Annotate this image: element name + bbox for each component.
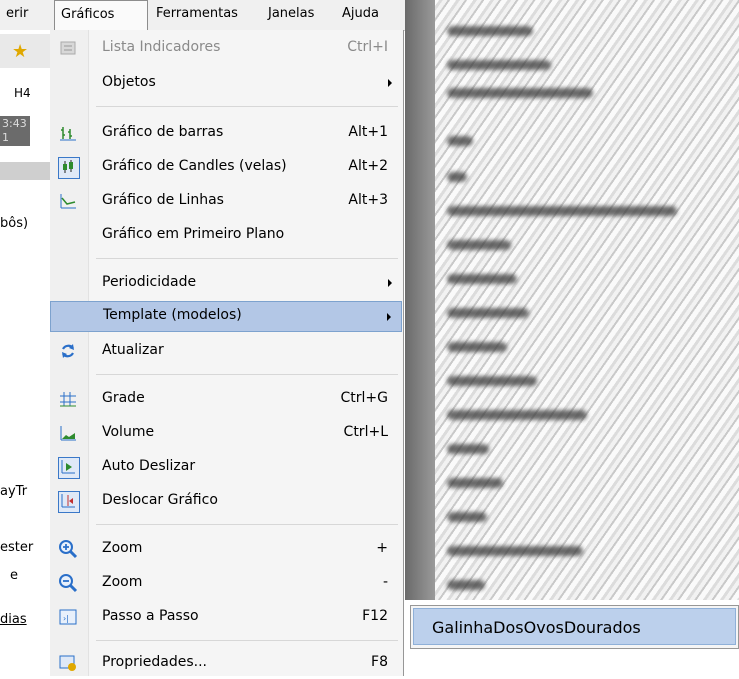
candle-chart-icon — [58, 157, 80, 179]
menu-item-volume[interactable]: Volume Ctrl+L — [50, 418, 402, 449]
underlying-window-left: ★ H4 3:43 1 bôs) ayTr ester e dias — [0, 30, 51, 676]
panel-text: ester — [0, 540, 34, 555]
volume-icon — [58, 423, 78, 443]
menu-item-zoom-in[interactable]: Zoom + — [50, 534, 402, 565]
properties-icon — [58, 653, 78, 673]
time-box: 3:43 1 — [0, 116, 30, 146]
svg-text:›|: ›| — [63, 614, 69, 623]
template-item-galinha[interactable]: GalinhaDosOvosDourados — [413, 608, 736, 645]
bar-chart-icon — [58, 123, 78, 143]
menu-item-grafico-linhas[interactable]: Gráfico de Linhas Alt+3 — [50, 186, 402, 217]
menu-item-propriedades[interactable]: Propriedades... F8 — [50, 648, 402, 679]
menu-item-lista-indicadores[interactable]: Lista Indicadores Ctrl+I — [50, 33, 402, 64]
menu-separator — [96, 640, 398, 641]
panel-text: e — [10, 568, 18, 583]
grid-icon — [58, 389, 78, 409]
menu-ajuda[interactable]: Ajuda — [342, 6, 379, 21]
submenu-arrow-icon — [387, 313, 391, 321]
auto-scroll-icon — [58, 457, 80, 479]
menu-item-template[interactable]: Template (modelos) — [50, 301, 402, 332]
step-icon: ›| — [58, 607, 78, 627]
menu-item-zoom-out[interactable]: Zoom - — [50, 568, 402, 599]
submenu-arrow-icon — [388, 279, 392, 287]
menu-separator — [96, 106, 398, 107]
panel-text: ayTr — [0, 484, 28, 499]
menu-item-deslocar-grafico[interactable]: Deslocar Gráfico — [50, 486, 402, 517]
refresh-icon — [58, 341, 78, 361]
template-item-label: GalinhaDosOvosDourados — [432, 618, 641, 637]
zoom-out-icon — [58, 573, 78, 593]
submenu-arrow-icon — [388, 79, 392, 87]
menu-item-auto-deslizar[interactable]: Auto Deslizar — [50, 452, 402, 483]
menu-separator — [96, 374, 398, 375]
menu-item-periodicidade[interactable]: Periodicidade — [50, 268, 402, 299]
menu-item-grafico-barras[interactable]: Gráfico de barras Alt+1 — [50, 118, 402, 149]
menu-ferramentas[interactable]: Ferramentas — [156, 6, 238, 21]
menu-item-objetos[interactable]: Objetos — [50, 68, 402, 99]
panel-link[interactable]: dias — [0, 612, 27, 627]
menu-graficos-label: Gráficos — [61, 7, 115, 22]
menu-item-grafico-candles[interactable]: Gráfico de Candles (velas) Alt+2 — [50, 152, 402, 183]
template-submenu: GalinhaDosOvosDourados — [410, 605, 739, 649]
toolbar-strip: ★ — [0, 34, 50, 68]
timeframe-label[interactable]: H4 — [14, 86, 31, 100]
indicator-list-icon — [58, 38, 78, 58]
menu-item-grafico-primeiro-plano[interactable]: Gráfico em Primeiro Plano — [50, 220, 402, 251]
chart-shift-icon — [58, 491, 80, 513]
menu-janelas[interactable]: Janelas — [268, 6, 314, 21]
panel-header-bar — [0, 162, 50, 180]
panel-text: bôs) — [0, 216, 29, 231]
menu-item-grade[interactable]: Grade Ctrl+G — [50, 384, 402, 415]
menu-graficos[interactable]: Gráficos — [54, 0, 148, 30]
menu-item-passo-a-passo[interactable]: ›| Passo a Passo F12 — [50, 602, 402, 633]
blurred-template-list-background — [405, 0, 739, 600]
menu-bar: erir Gráficos Ferramentas Janelas Ajuda — [0, 0, 410, 31]
dark-edge — [405, 0, 435, 600]
menu-editar[interactable]: erir — [6, 6, 28, 21]
star-icon[interactable]: ★ — [12, 41, 28, 62]
line-chart-icon — [58, 191, 78, 211]
graficos-dropdown-menu: Lista Indicadores Ctrl+I Objetos Gráfico… — [50, 30, 404, 676]
zoom-in-icon — [58, 539, 78, 559]
menu-item-atualizar[interactable]: Atualizar — [50, 336, 402, 367]
menu-separator — [96, 258, 398, 259]
menu-separator — [96, 524, 398, 525]
